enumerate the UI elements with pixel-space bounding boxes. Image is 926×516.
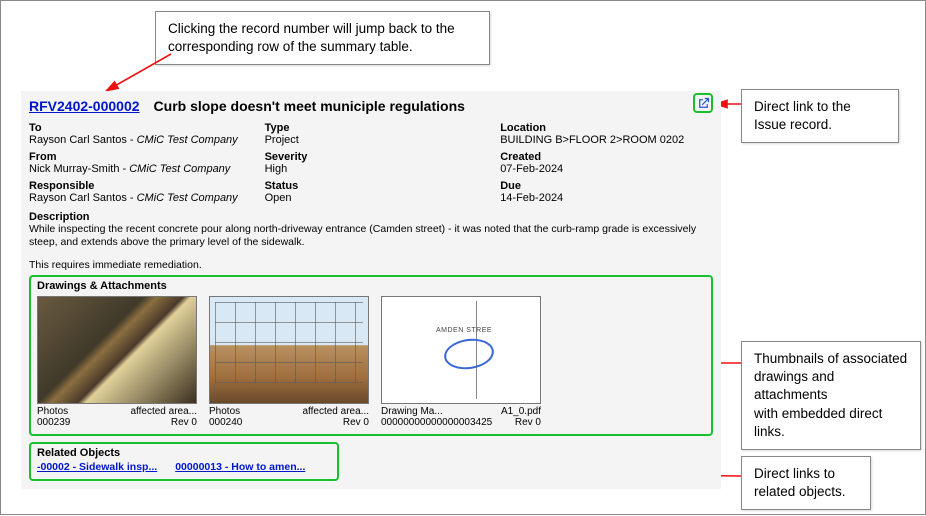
attachment-thumb[interactable]: AMDEN STREE Drawing Ma... A1_0.pdf 00000… [381, 296, 541, 428]
field-label: To [29, 122, 257, 134]
field-label: Severity [265, 151, 493, 163]
field-label: Responsible [29, 180, 257, 192]
thumb-title: affected area... [302, 406, 369, 417]
photo-thumbnail [209, 296, 369, 404]
callout-thumbnails: Thumbnails of associated drawings and at… [741, 341, 921, 450]
related-object-link[interactable]: 00000013 - How to amen... [175, 461, 305, 473]
related-objects-section: Related Objects -00002 - Sidewalk insp..… [29, 442, 339, 481]
field-label: Location [500, 122, 705, 134]
remediation-text: This requires immediate remediation. [29, 255, 713, 271]
thumb-rev: Rev 0 [343, 417, 369, 428]
related-link-list: -00002 - Sidewalk insp... 00000013 - How… [37, 461, 331, 473]
due-field: Due 14-Feb-2024 [500, 178, 713, 207]
field-label: Status [265, 180, 493, 192]
thumb-title: affected area... [130, 406, 197, 417]
related-object-link[interactable]: -00002 - Sidewalk insp... [37, 461, 157, 473]
status-field: Status Open [265, 178, 501, 207]
field-label: Created [500, 151, 705, 163]
callout-text: Direct link to the [754, 99, 851, 114]
thumb-title: A1_0.pdf [501, 406, 541, 417]
attachments-heading: Drawings & Attachments [37, 280, 705, 292]
field-label: Type [265, 122, 493, 134]
open-external-button[interactable] [693, 93, 713, 113]
callout-text: related objects. [754, 484, 846, 499]
responsible-field: Responsible Rayson Carl Santos - CMiC Te… [29, 178, 265, 207]
field-label: From [29, 151, 257, 163]
field-value: Open [265, 192, 493, 204]
callout-text: Issue record. [754, 117, 832, 132]
field-value: Nick Murray-Smith - CMiC Test Company [29, 163, 257, 175]
contact-company: CMiC Test Company [137, 134, 238, 146]
thumb-code: 00000000000000003425 [381, 417, 492, 428]
field-value: 07-Feb-2024 [500, 163, 705, 175]
description-label: Description [29, 211, 713, 223]
field-label: Due [500, 180, 705, 192]
field-value: High [265, 163, 493, 175]
contact-name: Rayson Carl Santos [29, 134, 127, 146]
field-value: BUILDING B>FLOOR 2>ROOM 0202 [500, 134, 705, 146]
related-heading: Related Objects [37, 447, 331, 459]
contact-name: Nick Murray-Smith [29, 163, 119, 175]
thumb-rev: Rev 0 [171, 417, 197, 428]
type-field: Type Project [265, 120, 501, 149]
callout-text: with embedded direct links. [754, 406, 882, 439]
contact-name: Rayson Carl Santos [29, 192, 127, 204]
thumb-category: Photos [37, 406, 68, 417]
to-field: To Rayson Carl Santos - CMiC Test Compan… [29, 120, 265, 149]
open-external-icon [696, 96, 711, 111]
record-title: Curb slope doesn't meet municiple regula… [154, 98, 465, 114]
from-field: From Nick Murray-Smith - CMiC Test Compa… [29, 149, 265, 178]
attachments-section: Drawings & Attachments Photos affected a… [29, 275, 713, 436]
field-value: 14-Feb-2024 [500, 192, 705, 204]
callout-text: drawings and attachments [754, 369, 834, 402]
field-value: Rayson Carl Santos - CMiC Test Company [29, 192, 257, 204]
thumb-rev: Rev 0 [515, 417, 541, 428]
field-value: Project [265, 134, 493, 146]
photo-thumbnail [37, 296, 197, 404]
thumb-category: Drawing Ma... [381, 406, 443, 417]
meta-row-1: To Rayson Carl Santos - CMiC Test Compan… [29, 120, 713, 149]
field-value: Rayson Carl Santos - CMiC Test Company [29, 134, 257, 146]
callout-text: Direct links to [754, 466, 835, 481]
thumb-category: Photos [209, 406, 240, 417]
description-section: Description While inspecting the recent … [29, 207, 713, 271]
meta-row-2: From Nick Murray-Smith - CMiC Test Compa… [29, 149, 713, 178]
meta-row-3: Responsible Rayson Carl Santos - CMiC Te… [29, 178, 713, 207]
contact-company: CMiC Test Company [129, 163, 230, 175]
callout-direct-link: Direct link to the Issue record. [741, 89, 899, 143]
issue-detail-card: RFV2402-000002 Curb slope doesn't meet m… [21, 91, 721, 489]
description-text: While inspecting the recent concrete pou… [29, 223, 713, 249]
drawing-text: AMDEN STREE [436, 327, 492, 334]
record-id-link[interactable]: RFV2402-000002 [29, 98, 140, 114]
thumb-code: 000240 [209, 417, 242, 428]
contact-company: CMiC Test Company [137, 192, 238, 204]
callout-text: Thumbnails of associated [754, 351, 907, 366]
callout-record-number: Clicking the record number will jump bac… [155, 11, 490, 65]
created-field: Created 07-Feb-2024 [500, 149, 713, 178]
attachment-thumb[interactable]: Photos affected area... 000239 Rev 0 [37, 296, 197, 428]
thumb-code: 000239 [37, 417, 70, 428]
attachment-thumb[interactable]: Photos affected area... 000240 Rev 0 [209, 296, 369, 428]
drawing-thumbnail: AMDEN STREE [381, 296, 541, 404]
location-field: Location BUILDING B>FLOOR 2>ROOM 0202 [500, 120, 713, 149]
drawing-markup-circle [442, 336, 496, 373]
issue-header: RFV2402-000002 Curb slope doesn't meet m… [29, 96, 713, 120]
severity-field: Severity High [265, 149, 501, 178]
thumbnail-row: Photos affected area... 000239 Rev 0 Pho… [37, 296, 705, 428]
callout-related-objects: Direct links to related objects. [741, 456, 871, 510]
